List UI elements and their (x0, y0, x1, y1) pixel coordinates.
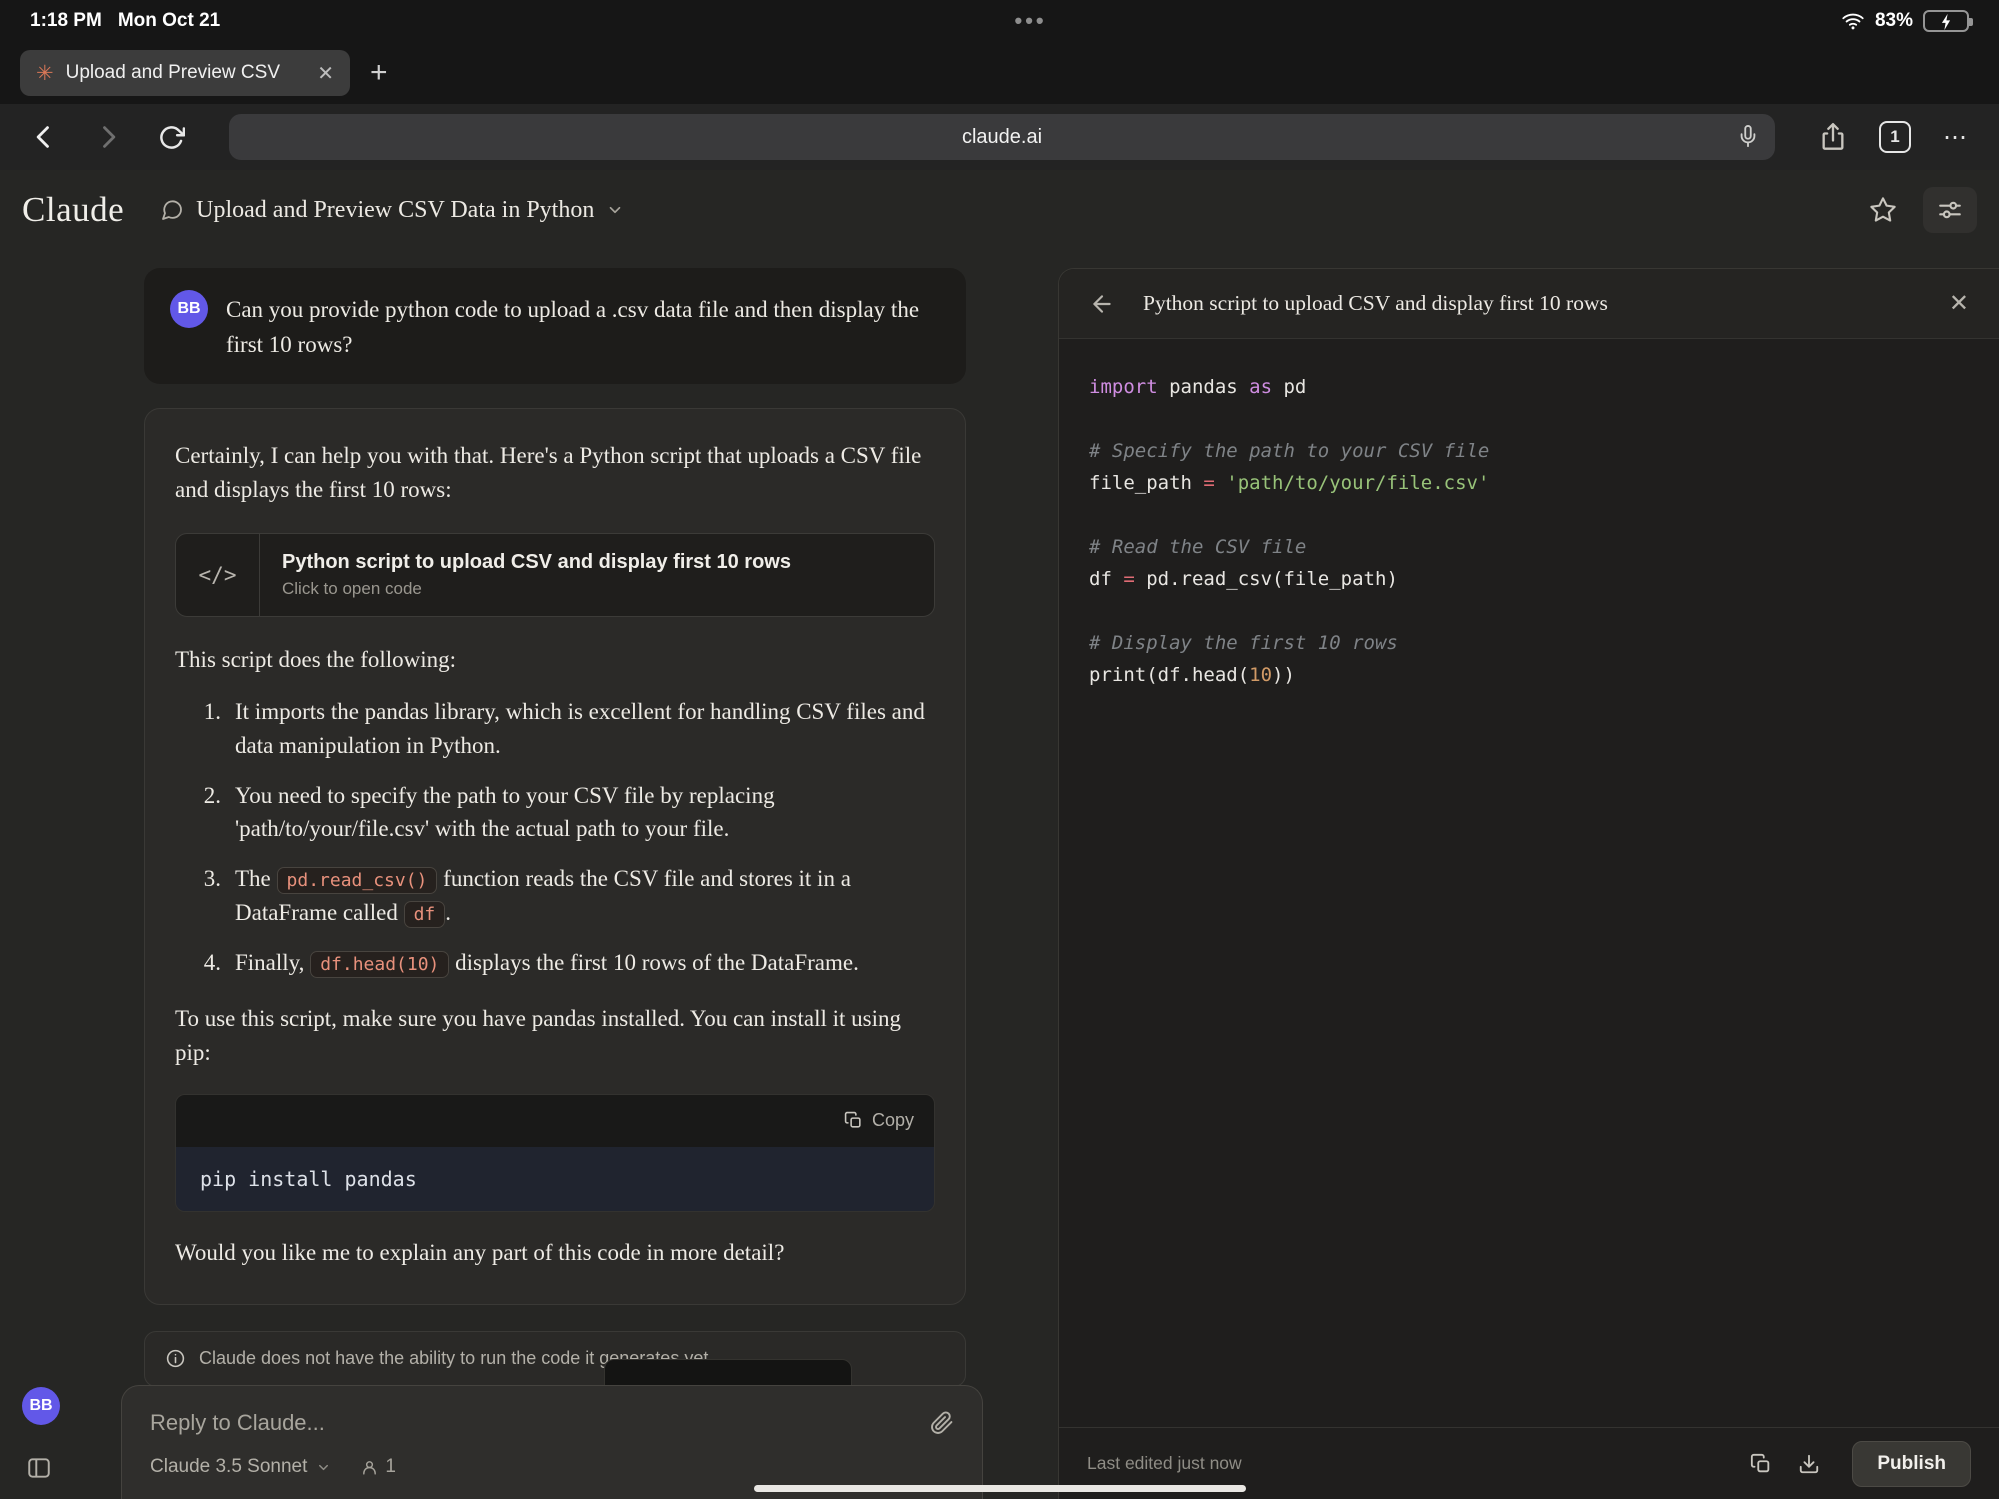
chat-bubble-icon (160, 198, 184, 222)
user-message: BB Can you provide python code to upload… (144, 268, 966, 384)
status-bar: 1:18 PM Mon Oct 21 ••• 83% (0, 0, 1999, 42)
wifi-icon (1841, 10, 1865, 32)
attachment-paperclip-icon[interactable] (930, 1411, 954, 1435)
status-time-date: 1:18 PM Mon Oct 21 (30, 10, 220, 32)
code-line: # Display the first 10 rows (1089, 627, 1969, 659)
artifact-download-icon[interactable] (1798, 1453, 1820, 1475)
multitask-dots-icon[interactable]: ••• (1015, 8, 1047, 34)
artifact-code: import pandas as pd # Specify the path t… (1059, 339, 1999, 1427)
reply-placeholder[interactable]: Reply to Claude... (150, 1410, 325, 1436)
new-tab-button[interactable]: + (370, 58, 388, 88)
composer-avatar[interactable]: BB (22, 1387, 60, 1425)
conversation-title[interactable]: Upload and Preview CSV Data in Python (160, 197, 624, 224)
browser-toolbar: claude.ai 1 ⋯ (0, 104, 1999, 170)
tab-title: Upload and Preview CSV (66, 62, 306, 84)
chat-column: BB Can you provide python code to upload… (144, 268, 966, 1387)
artifact-close-icon[interactable]: ✕ (1949, 289, 1969, 318)
model-selector[interactable]: Claude 3.5 Sonnet (150, 1456, 331, 1478)
artifact-status: Last edited just now (1087, 1453, 1242, 1474)
artifact-card-subtitle: Click to open code (282, 579, 791, 599)
clock: 1:18 PM (30, 10, 102, 32)
pip-code-text: pip install pandas (176, 1147, 934, 1211)
user-message-text: Can you provide python code to upload a … (226, 290, 940, 362)
artifact-panel: Python script to upload CSV and display … (1058, 268, 1999, 1499)
publish-button[interactable]: Publish (1852, 1441, 1971, 1487)
date: Mon Oct 21 (118, 10, 220, 32)
tabs-button[interactable]: 1 (1879, 121, 1911, 153)
tab-bar: ✳ Upload and Preview CSV ✕ + (0, 42, 1999, 104)
code-line: import pandas as pd (1089, 371, 1969, 403)
steps-list: 1.It imports the pandas library, which i… (175, 695, 935, 980)
tab-close-icon[interactable]: ✕ (317, 61, 334, 86)
forward-button[interactable] (94, 123, 122, 151)
pip-intro: To use this script, make sure you have p… (175, 1002, 935, 1070)
home-indicator[interactable] (754, 1485, 1246, 1492)
user-avatar: BB (170, 290, 208, 328)
chevron-down-icon (606, 201, 624, 219)
artifact-header: Python script to upload CSV and display … (1059, 269, 1999, 339)
pip-code-block: Copy pip install pandas (175, 1094, 935, 1212)
inline-code: df (404, 901, 446, 928)
code-line: # Read the CSV file (1089, 531, 1969, 563)
steps-intro: This script does the following: (175, 643, 935, 677)
reply-composer[interactable]: Reply to Claude... Claude 3.5 Sonnet 1 (121, 1385, 983, 1499)
battery-icon (1923, 10, 1969, 32)
inline-code: df.head(10) (310, 951, 449, 978)
url-text: claude.ai (962, 126, 1042, 149)
battery-percent: 83% (1875, 10, 1913, 32)
artifact-card[interactable]: </> Python script to upload CSV and disp… (175, 533, 935, 617)
star-icon[interactable] (1869, 196, 1897, 224)
back-button[interactable] (30, 123, 58, 151)
claude-header: Claude Upload and Preview CSV Data in Py… (0, 170, 1999, 250)
info-icon (165, 1348, 186, 1369)
sidebar-toggle-icon[interactable] (26, 1455, 52, 1481)
browser-tab[interactable]: ✳ Upload and Preview CSV ✕ (20, 50, 350, 96)
inline-code: pd.read_csv() (277, 867, 438, 894)
model-name: Claude 3.5 Sonnet (150, 1456, 307, 1478)
artifact-title: Python script to upload CSV and display … (1143, 291, 1921, 316)
assistant-message: Certainly, I can help you with that. Her… (144, 408, 966, 1305)
code-line (1089, 499, 1969, 531)
code-line: print(df.head(10)) (1089, 659, 1969, 691)
code-line: # Specify the path to your CSV file (1089, 435, 1969, 467)
assistant-outro: Would you like me to explain any part of… (175, 1236, 935, 1270)
usage-count: 1 (385, 1456, 396, 1478)
step-item: 1.It imports the pandas library, which i… (185, 695, 935, 763)
step-item: 2.You need to specify the path to your C… (185, 779, 935, 847)
code-line: df = pd.read_csv(file_path) (1089, 563, 1969, 595)
artifact-back-icon[interactable] (1089, 291, 1115, 317)
settings-sliders-button[interactable] (1923, 187, 1977, 233)
code-line: file_path = 'path/to/your/file.csv' (1089, 467, 1969, 499)
code-icon: </> (176, 534, 260, 616)
artifact-card-title: Python script to upload CSV and display … (282, 551, 791, 574)
claude-favicon-icon: ✳ (36, 63, 54, 84)
share-icon[interactable] (1819, 122, 1847, 152)
usage-badge[interactable]: 1 (361, 1456, 396, 1478)
copy-icon[interactable] (844, 1111, 863, 1130)
code-line (1089, 595, 1969, 627)
step-item: 3.The pd.read_csv() function reads the C… (185, 862, 935, 930)
step-item: 4.Finally, df.head(10) displays the firs… (185, 946, 935, 980)
tab-count: 1 (1890, 127, 1899, 147)
assistant-intro: Certainly, I can help you with that. Her… (175, 439, 935, 507)
more-menu-icon[interactable]: ⋯ (1943, 123, 1969, 152)
code-line (1089, 403, 1969, 435)
copy-button[interactable]: Copy (872, 1110, 914, 1131)
artifact-copy-icon[interactable] (1750, 1453, 1772, 1475)
reload-button[interactable] (158, 124, 185, 151)
claude-wordmark[interactable]: Claude (22, 190, 124, 230)
address-bar[interactable]: claude.ai (229, 114, 1775, 160)
conversation-title-text: Upload and Preview CSV Data in Python (196, 197, 594, 224)
mic-icon[interactable] (1737, 123, 1759, 149)
